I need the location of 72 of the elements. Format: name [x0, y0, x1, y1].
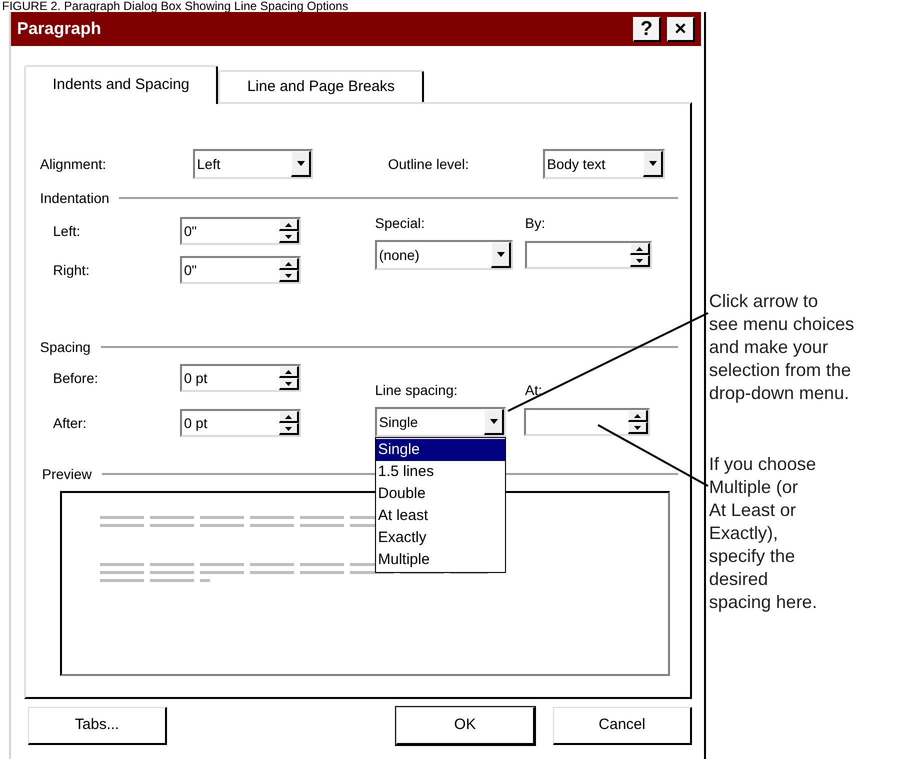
dropdown-option[interactable]: Exactly: [376, 527, 505, 549]
field-label: Line spacing:: [375, 381, 459, 400]
caret-down-icon: [496, 252, 504, 257]
tab[interactable]: Line and Page Breaks: [218, 70, 424, 102]
tab[interactable]: Indents and Spacing: [24, 65, 218, 104]
dropdown-button[interactable]: [484, 409, 504, 435]
triangle-up-icon: [634, 414, 641, 418]
alignment-select[interactable]: Left: [193, 149, 313, 179]
spin-down-button[interactable]: [279, 231, 299, 243]
dropdown-option[interactable]: Double: [376, 483, 505, 505]
spin-up-button[interactable]: [279, 219, 299, 231]
dropdown-button[interactable]: [291, 151, 311, 177]
triangle-down-icon: [285, 426, 292, 430]
caret-down-icon: [296, 161, 304, 166]
annotation-text: Click arrow to see menu choices and make your selection from the drop-down menu.: [709, 290, 854, 405]
triangle-down-icon: [285, 274, 292, 278]
special-select[interactable]: (none): [375, 240, 513, 270]
triangle-up-icon: [285, 262, 292, 266]
field-label: Before:: [52, 368, 100, 388]
triangle-up-icon: [285, 414, 292, 418]
dropdown-button[interactable]: [643, 151, 663, 177]
dropdown-option[interactable]: 1.5 lines: [376, 461, 505, 483]
annotation-text: If you choose Multiple (or At Least or Exactly), specify the desired spacing here.: [709, 453, 818, 614]
window-title: Paragraph: [17, 18, 102, 40]
dialog-button[interactable]: OK: [396, 707, 535, 745]
dialog-button[interactable]: Cancel: [553, 707, 692, 745]
spin-up-button[interactable]: [630, 243, 650, 255]
title-bar-button[interactable]: ?: [633, 16, 661, 42]
triangle-down-icon: [634, 426, 641, 430]
dropdown-option[interactable]: Multiple: [376, 549, 505, 571]
triangle-up-icon: [636, 246, 643, 250]
group-label: Indentation: [40, 188, 110, 208]
dialog-button[interactable]: Tabs...: [28, 707, 167, 745]
triangle-down-icon: [285, 382, 292, 386]
dropdown-option[interactable]: Single: [376, 439, 505, 461]
triangle-down-icon: [285, 234, 292, 238]
spin-field[interactable]: 0": [180, 256, 301, 284]
spin-field[interactable]: 0 pt: [180, 409, 301, 437]
figure-caption: FIGURE 2. Paragraph Dialog Box Showing Line Spacing Options: [2, 0, 350, 12]
spin-up-button[interactable]: [628, 410, 648, 422]
triangle-up-icon: [285, 370, 292, 374]
group-label: Spacing: [40, 338, 92, 357]
field-label: Alignment:: [40, 154, 108, 174]
spin-field[interactable]: [524, 408, 650, 436]
spin-down-button[interactable]: [279, 378, 299, 390]
field-label: Right:: [52, 260, 91, 280]
caret-down-icon: [648, 161, 656, 166]
spin-down-button[interactable]: [279, 423, 299, 435]
spin-up-button[interactable]: [279, 411, 299, 423]
dropdown-option[interactable]: At least: [376, 505, 505, 527]
spin-down-button[interactable]: [279, 270, 299, 282]
spin-field[interactable]: 0": [180, 217, 301, 245]
spin-down-button[interactable]: [630, 255, 650, 267]
field-label: At:: [525, 381, 542, 400]
field-label: Outline level:: [388, 154, 470, 174]
field-label: After:: [52, 414, 88, 432]
spin-field[interactable]: [525, 241, 652, 269]
field-label: Left:: [52, 222, 82, 240]
caret-down-icon: [490, 419, 498, 424]
spin-down-button[interactable]: [628, 422, 648, 434]
field-label: Special:: [375, 214, 426, 233]
triangle-up-icon: [285, 222, 292, 226]
field-label: By:: [525, 214, 546, 233]
outline-level-select[interactable]: Body text: [543, 149, 665, 179]
line-spacing-select[interactable]: Single: [375, 407, 506, 437]
spin-up-button[interactable]: [279, 258, 299, 270]
triangle-down-icon: [636, 258, 643, 262]
spin-up-button[interactable]: [279, 366, 299, 378]
dropdown-button[interactable]: [491, 242, 511, 268]
group-label: Preview: [42, 464, 93, 484]
spin-field[interactable]: 0 pt: [180, 364, 301, 392]
title-bar-button[interactable]: ×: [667, 16, 695, 42]
